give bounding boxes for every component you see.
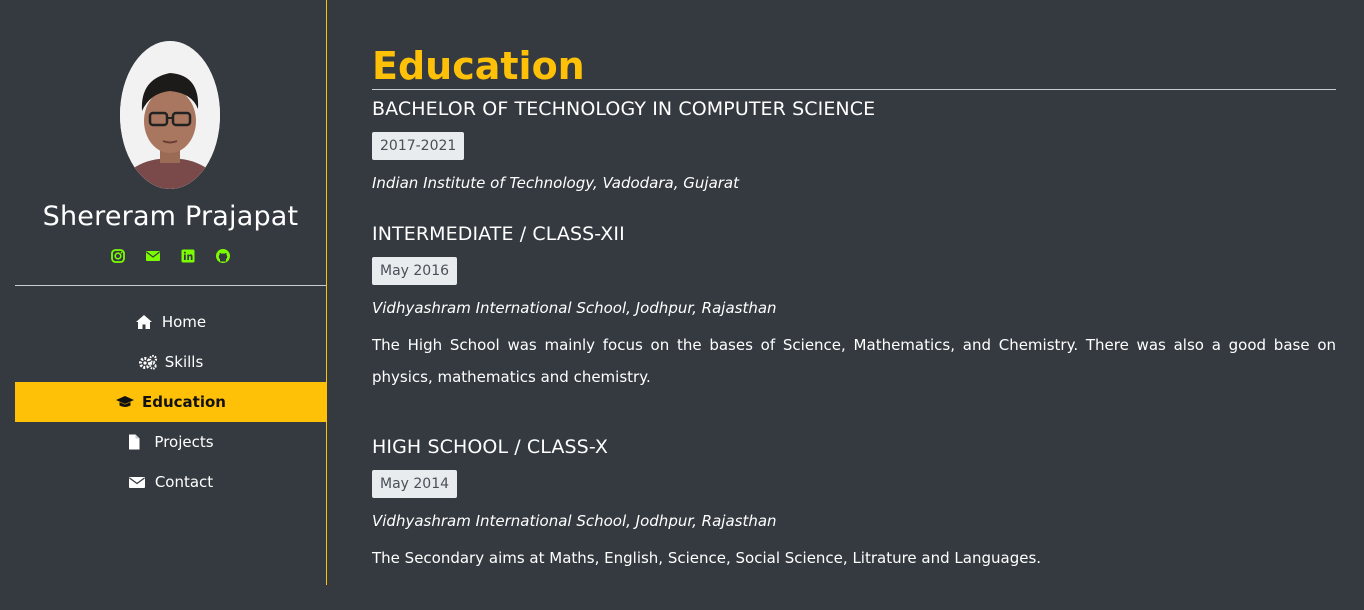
nav-item-label: Home	[161, 313, 207, 331]
education-entry: INTERMEDIATE / CLASS-XII May 2016 Vidhya…	[372, 222, 1336, 393]
degree-title: HIGH SCHOOL / CLASS-X	[372, 436, 608, 458]
date-badge: May 2016	[372, 257, 458, 285]
nav-item-home[interactable]: Home	[15, 302, 326, 342]
file-icon	[127, 434, 145, 450]
date-badge: May 2014	[372, 470, 458, 498]
instagram-icon[interactable]	[110, 248, 126, 264]
nav-item-projects[interactable]: Projects	[15, 422, 326, 462]
envelope-icon	[128, 474, 146, 490]
section-title: Education	[372, 44, 585, 88]
gears-icon	[138, 354, 157, 370]
school-name: Indian Institute of Technology, Vadodara…	[372, 174, 739, 192]
profile-photo	[120, 41, 220, 189]
education-entry: HIGH SCHOOL / CLASS-X May 2014 Vidhyashr…	[372, 435, 1336, 574]
nav-item-education[interactable]: Education	[15, 382, 326, 422]
entry-description: The High School was mainly focus on the …	[372, 336, 1336, 386]
profile-name: Shereram Prajapat	[42, 201, 299, 232]
degree-title: INTERMEDIATE / CLASS-XII	[372, 223, 625, 245]
nav-item-label: Education	[142, 393, 226, 411]
home-icon	[135, 314, 153, 330]
degree-title: BACHELOR OF TECHNOLOGY IN COMPUTER SCIEN…	[372, 98, 876, 120]
avatar	[120, 41, 220, 189]
school-name: Vidhyashram International School, Jodhpu…	[372, 299, 777, 317]
email-icon[interactable]	[145, 248, 161, 264]
sidebar-nav: Home Skills Education Projects Contact	[15, 302, 326, 502]
github-icon[interactable]	[215, 248, 231, 264]
nav-item-label: Projects	[154, 433, 214, 451]
social-links	[15, 248, 326, 264]
date-badge: 2017-2021	[372, 132, 465, 160]
sidebar-divider	[15, 285, 326, 286]
title-divider	[372, 89, 1336, 90]
nav-item-label: Skills	[164, 353, 204, 371]
sidebar: Shereram Prajapat Home Skills Education …	[15, 0, 327, 585]
nav-item-contact[interactable]: Contact	[15, 462, 326, 502]
linkedin-icon[interactable]	[180, 248, 196, 264]
school-name: Vidhyashram International School, Jodhpu…	[372, 512, 777, 530]
nav-item-skills[interactable]: Skills	[15, 342, 326, 382]
nav-item-label: Contact	[154, 473, 214, 491]
entry-description: The Secondary aims at Maths, English, Sc…	[372, 549, 1042, 567]
graduation-cap-icon	[115, 394, 134, 410]
education-entry: BACHELOR OF TECHNOLOGY IN COMPUTER SCIEN…	[372, 97, 1336, 194]
